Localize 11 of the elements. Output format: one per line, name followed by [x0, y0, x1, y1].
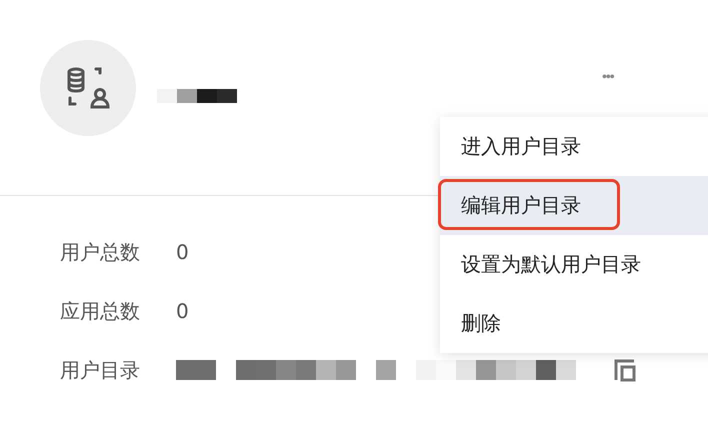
field-label: 用户总数: [60, 238, 141, 266]
copy-icon[interactable]: [614, 358, 636, 382]
database-user-icon: [66, 66, 110, 110]
menu-item[interactable]: 删除: [440, 294, 708, 353]
field-label: 用户目录: [60, 356, 141, 384]
field-value: 0: [176, 240, 189, 264]
menu-item[interactable]: 编辑用户目录: [440, 176, 708, 235]
field-value: 0: [176, 299, 189, 323]
menu-item[interactable]: 设置为默认用户目录: [440, 235, 708, 294]
field-label: 应用总数: [60, 298, 141, 324]
menu-item[interactable]: 进入用户目录: [440, 117, 708, 176]
